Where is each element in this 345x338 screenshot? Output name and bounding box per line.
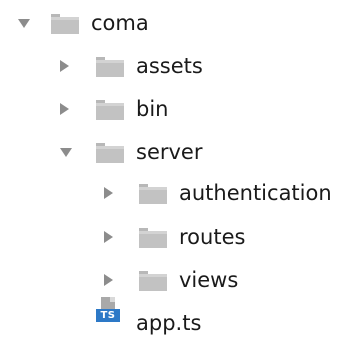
chevron-down-icon[interactable] [60,148,72,157]
tree-node-coma[interactable]: coma [0,8,200,38]
project-tree: coma assets bin server authentication ro… [0,0,345,338]
folder-icon [139,184,167,204]
tree-node-label: authentication [179,181,332,205]
tree-node-label: routes [179,225,246,249]
typescript-file-icon: TS [96,297,120,323]
tree-node-bin[interactable]: bin [0,94,240,124]
chevron-right-icon[interactable] [104,274,113,286]
tree-node-label: views [179,268,239,292]
chevron-right-icon[interactable] [60,60,69,72]
folder-icon [139,271,167,291]
folder-icon [96,57,124,77]
tree-node-label: app.ts [136,311,202,335]
chevron-right-icon[interactable] [60,103,69,115]
tree-file-app-ts[interactable]: TS app.ts [0,297,240,335]
tree-node-authentication[interactable]: authentication [0,178,345,208]
tree-node-assets[interactable]: assets [0,51,240,81]
tree-node-views[interactable]: views [0,265,300,295]
tree-node-label: coma [91,11,149,35]
chevron-right-icon[interactable] [104,231,113,243]
tree-node-label: server [136,140,203,164]
tree-node-server[interactable]: server [0,137,240,167]
chevron-down-icon[interactable] [18,19,30,28]
chevron-right-icon[interactable] [104,187,113,199]
folder-icon [96,100,124,120]
folder-icon [96,143,124,163]
ts-badge: TS [96,309,120,322]
folder-icon [139,228,167,248]
tree-node-label: bin [136,97,169,121]
tree-node-routes[interactable]: routes [0,222,300,252]
tree-node-label: assets [136,54,203,78]
folder-icon [51,14,79,34]
